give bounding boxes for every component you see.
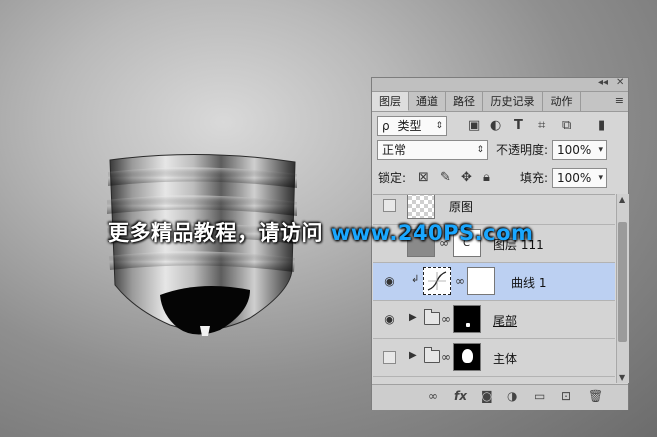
blend-row: 正常 ⇕ 不透明度: 100% ▾ [372,140,628,162]
filter-type-icon[interactable]: T [514,116,523,136]
mask-thumbnail [467,267,495,295]
layer-name[interactable]: 原图 [449,198,473,215]
bulb-cap-image [107,153,297,336]
layer-name[interactable]: 主体 [493,350,517,367]
panel-menu-icon[interactable]: ≡ [615,94,624,107]
eye-icon[interactable]: ◉ [383,313,396,326]
new-group-icon[interactable]: ▭ [534,389,545,403]
scroll-thumb[interactable] [618,222,627,342]
filter-row: ρ 类型 ⇕ ▣ ◐ T ⌗ ⧉ ▮ [372,116,628,138]
lock-brush-icon[interactable]: ✎ [440,168,451,188]
visibility-toggle[interactable] [383,199,396,212]
clip-arrow-icon: ↲ [411,274,420,285]
layers-scrollbar[interactable]: ▲ ▼ [616,194,629,383]
filter-adjustment-icon[interactable]: ◐ [490,116,501,136]
layer-name[interactable]: 曲线 1 [511,274,546,291]
opacity-label: 不透明度: [496,143,549,157]
fill-value: 100% [557,171,592,185]
add-mask-icon[interactable]: ◙ [481,389,493,403]
filter-kind-select[interactable]: ρ 类型 ⇕ [377,116,447,136]
mask-thumbnail [453,343,481,371]
lock-row: 锁定: ⊠ ✎ ✥ 🔒︎ 填充: 100% ▾ [372,168,628,190]
layer-name[interactable]: 尾部 [493,312,517,329]
expand-arrow-icon[interactable]: ▶ [409,312,417,323]
blend-mode-select[interactable]: 正常 ⇕ [377,140,488,160]
opacity-field[interactable]: 100% ▾ [552,140,607,160]
mask-thumbnail [453,305,481,333]
filter-kind-label: 类型 [397,119,422,133]
panel-bottom-toolbar: ∞ fx ◙ ◑ ▭ ⊡ 🗑︎ [372,384,628,410]
panel-title-bar: ◂◂ ✕ [372,77,628,92]
lock-transparent-icon[interactable]: ⊠ [418,168,429,188]
tab-layers[interactable]: 图层 [372,92,409,111]
filter-shape-icon[interactable]: ⌗ [538,116,545,136]
folder-icon [424,309,440,325]
tab-actions[interactable]: 动作 [543,92,581,111]
layer-row[interactable]: ▶ ∞ 主体 [373,339,615,377]
collapse-icon[interactable]: ◂◂ [598,77,608,88]
panel-tabs: 图层 通道 路径 历史记录 动作 ≡ [372,92,628,112]
chevron-down-icon[interactable]: ▾ [598,169,603,187]
adjustment-layer-icon[interactable]: ◑ [507,389,517,403]
fx-icon[interactable]: fx [454,389,467,403]
updown-icon: ⇕ [435,121,443,131]
chevron-down-icon[interactable]: ▾ [598,141,603,159]
fill-label: 填充: [520,171,549,185]
trash-icon[interactable]: 🗑︎ [588,389,603,403]
watermark-text: 更多精品教程，请访问 [108,221,323,245]
curves-adjustment-icon [423,267,451,295]
filter-toggle-icon[interactable]: ▮ [598,116,605,136]
layer-row[interactable]: ◉ ▶ ∞ 尾部 [373,301,615,339]
watermark: 更多精品教程，请访问 www.240PS.com [108,217,533,247]
link-icon: ∞ [441,350,451,364]
layer-row[interactable] [373,377,615,384]
lock-move-icon[interactable]: ✥ [461,168,472,188]
scroll-up-icon[interactable]: ▲ [619,195,625,204]
scroll-down-icon[interactable]: ▼ [619,373,625,382]
blend-mode-value: 正常 [382,143,407,157]
updown-icon: ⇕ [476,145,484,155]
tab-paths[interactable]: 路径 [446,92,483,111]
lock-label: 锁定: [378,171,407,185]
fill-field[interactable]: 100% ▾ [552,168,607,188]
layer-thumbnail [407,195,435,219]
link-icon: ∞ [455,274,465,288]
tab-history[interactable]: 历史记录 [483,92,543,111]
close-icon[interactable]: ✕ [616,77,624,88]
lock-all-icon[interactable]: 🔒︎ [483,168,490,188]
search-icon: ρ [382,119,390,133]
visibility-toggle[interactable] [383,351,396,364]
link-icon: ∞ [441,312,451,326]
folder-icon [424,347,440,363]
link-layers-icon[interactable]: ∞ [428,389,438,403]
filter-pixel-icon[interactable]: ▣ [468,116,480,136]
filter-smartobject-icon[interactable]: ⧉ [562,116,571,136]
expand-arrow-icon[interactable]: ▶ [409,350,417,361]
opacity-value: 100% [557,143,592,157]
eye-icon[interactable]: ◉ [383,275,396,288]
watermark-url: www.240PS.com [331,221,534,245]
tab-channels[interactable]: 通道 [409,92,446,111]
layer-row-selected[interactable]: ◉ ↲ ∞ 曲线 1 [373,263,615,301]
new-layer-icon[interactable]: ⊡ [561,389,571,403]
